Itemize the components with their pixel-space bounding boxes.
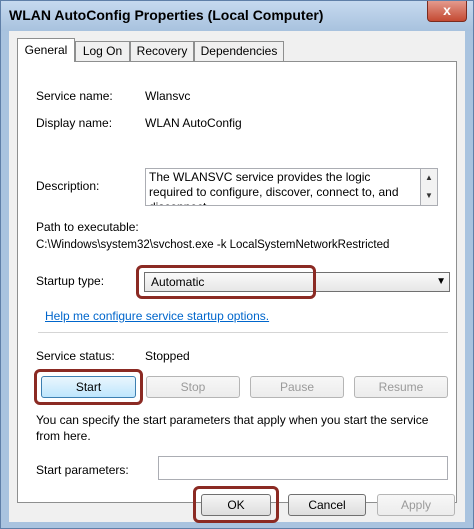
scroll-up-icon[interactable]: ▲ — [421, 169, 437, 187]
tab-label: Log On — [82, 44, 123, 58]
display-name-value: WLAN AutoConfig — [145, 116, 242, 130]
apply-button[interactable]: Apply — [377, 494, 455, 516]
divider — [38, 332, 448, 333]
pause-label: Pause — [279, 380, 315, 394]
cancel-button[interactable]: Cancel — [288, 494, 366, 516]
close-icon: x — [443, 2, 451, 18]
pause-button[interactable]: Pause — [250, 376, 344, 398]
help-link[interactable]: Help me configure service startup option… — [45, 309, 269, 323]
service-status-value: Stopped — [145, 349, 190, 363]
window-title: WLAN AutoConfig Properties (Local Comput… — [9, 7, 324, 23]
startup-type-highlight — [136, 265, 316, 299]
tab-dependencies[interactable]: Dependencies — [194, 41, 284, 61]
service-name-label: Service name: — [36, 89, 113, 103]
start-params-note: You can specify the start parameters tha… — [36, 413, 429, 443]
description-scrollbar[interactable]: ▲ ▼ — [421, 168, 438, 206]
service-name-value: Wlansvc — [145, 89, 191, 103]
start-params-input[interactable] — [158, 456, 448, 480]
title-bar[interactable]: WLAN AutoConfig Properties (Local Comput… — [1, 1, 473, 31]
description-box[interactable]: The WLANSVC service provides the logic r… — [145, 168, 421, 206]
stop-button[interactable]: Stop — [146, 376, 240, 398]
start-highlight — [34, 369, 143, 405]
tab-label: General — [24, 43, 68, 57]
close-button[interactable]: x — [427, 1, 467, 22]
general-panel: Service name: Wlansvc Display name: WLAN… — [17, 61, 457, 503]
resume-label: Resume — [378, 380, 424, 394]
resume-button[interactable]: Resume — [354, 376, 448, 398]
startup-type-label: Startup type: — [36, 274, 105, 288]
path-label: Path to executable: — [36, 220, 139, 234]
start-params-label: Start parameters: — [36, 463, 129, 477]
tab-recovery[interactable]: Recovery — [130, 41, 194, 61]
tab-label: Recovery — [136, 44, 188, 58]
cancel-label: Cancel — [308, 498, 346, 512]
path-value: C:\Windows\system32\svchost.exe -k Local… — [36, 239, 390, 251]
ok-highlight — [193, 486, 279, 523]
tab-general[interactable]: General — [17, 38, 75, 62]
display-name-label: Display name: — [36, 116, 113, 130]
scroll-down-icon[interactable]: ▼ — [421, 187, 437, 205]
stop-label: Stop — [180, 380, 206, 394]
description-label: Description: — [36, 179, 100, 193]
tab-label: Dependencies — [200, 44, 278, 58]
dialog-client: General Log On Recovery Dependencies Ser… — [9, 31, 465, 523]
chevron-down-icon: ▼ — [436, 276, 446, 287]
tab-log-on[interactable]: Log On — [75, 41, 130, 61]
properties-window: WLAN AutoConfig Properties (Local Comput… — [0, 0, 474, 529]
apply-label: Apply — [400, 498, 432, 512]
service-status-label: Service status: — [36, 349, 115, 363]
